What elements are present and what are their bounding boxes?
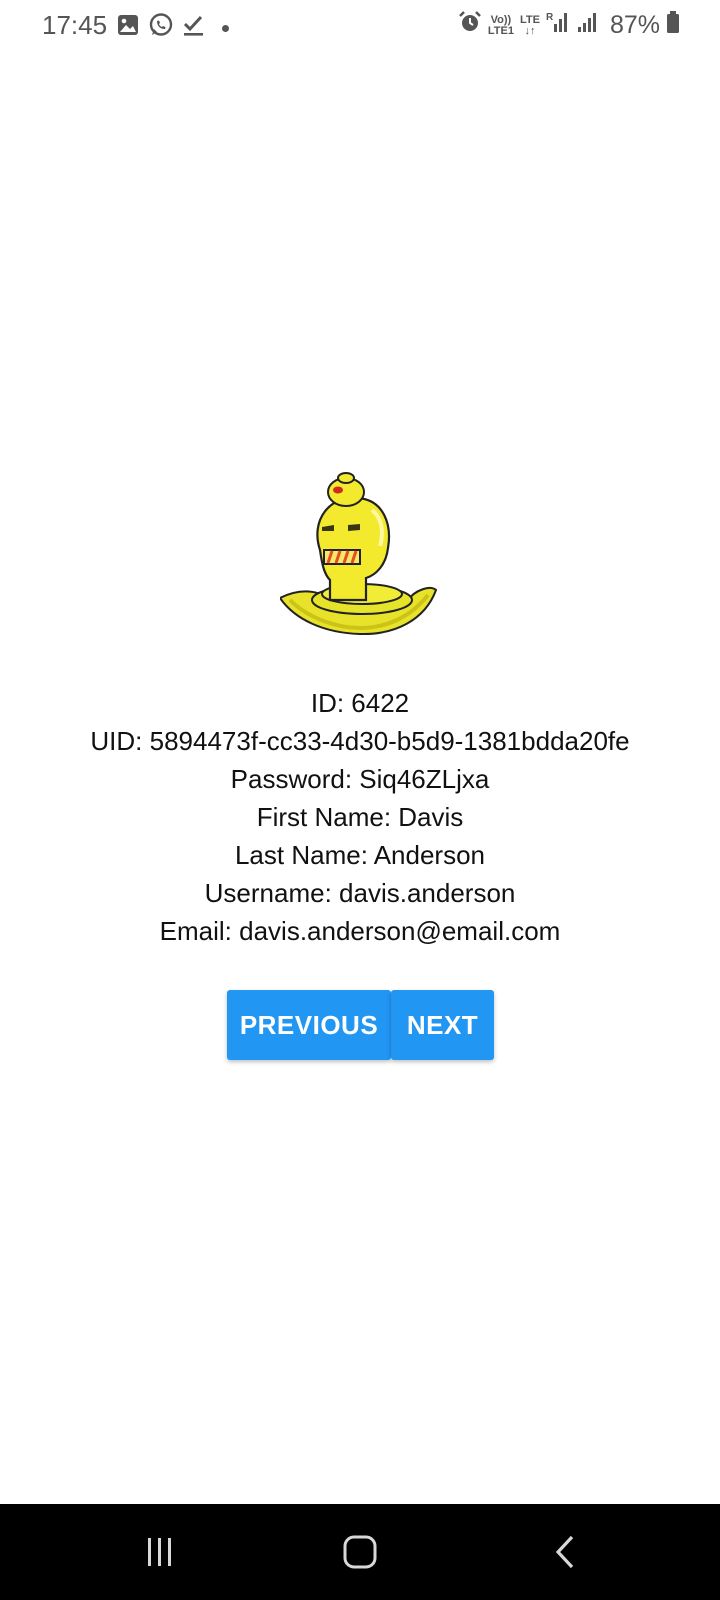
status-time: 17:45 bbox=[42, 10, 108, 40]
profile-password: Password: Siq46ZLjxa bbox=[230, 764, 490, 794]
checkmark-icon bbox=[182, 13, 206, 44]
status-right: Vo)) LTE1 LTE ↓↑ R 87% bbox=[458, 10, 680, 41]
status-left-icons bbox=[116, 12, 229, 45]
dot-icon bbox=[222, 25, 229, 32]
battery-percent: 87% bbox=[609, 11, 660, 39]
home-icon[interactable] bbox=[335, 1532, 385, 1572]
gallery-icon bbox=[116, 13, 140, 44]
profile-email: Email: davis.anderson@email.com bbox=[159, 916, 561, 946]
yellow-robot-avatar bbox=[278, 470, 445, 640]
next-button[interactable]: NEXT bbox=[391, 990, 494, 1060]
profile-first-name: First Name: Davis bbox=[256, 802, 464, 832]
signal-roaming-icon: R bbox=[546, 10, 570, 41]
profile-info: ID: 6422 UID: 5894473f-cc33-4d30-b5d9-13… bbox=[0, 684, 720, 950]
profile-username: Username: davis.anderson bbox=[204, 878, 516, 908]
profile-id: ID: 6422 bbox=[310, 688, 410, 718]
pagination-buttons: PREVIOUS NEXT bbox=[227, 990, 494, 1060]
battery-icon bbox=[666, 10, 680, 41]
recent-apps-icon[interactable] bbox=[135, 1532, 185, 1572]
navigation-bar bbox=[0, 1504, 720, 1600]
signal-icon bbox=[576, 10, 600, 41]
volte-icon: Vo)) LTE1 bbox=[487, 13, 514, 37]
screen: 17:45 Vo)) LTE1 LTE ↓↑ R 87% ID: 6422 UI… bbox=[0, 0, 720, 1600]
profile-uid: UID: 5894473f-cc33-4d30-b5d9-1381bdda20f… bbox=[90, 726, 630, 756]
alarm-icon bbox=[458, 10, 482, 41]
profile-last-name: Last Name: Anderson bbox=[234, 840, 486, 870]
whatsapp-icon bbox=[148, 12, 174, 45]
status-bar: 17:45 Vo)) LTE1 LTE ↓↑ R 87% bbox=[0, 0, 720, 52]
svg-text:R: R bbox=[546, 12, 554, 23]
previous-button[interactable]: PREVIOUS bbox=[227, 990, 391, 1060]
back-icon[interactable] bbox=[540, 1532, 590, 1572]
lte-icon: LTE ↓↑ bbox=[519, 13, 540, 37]
